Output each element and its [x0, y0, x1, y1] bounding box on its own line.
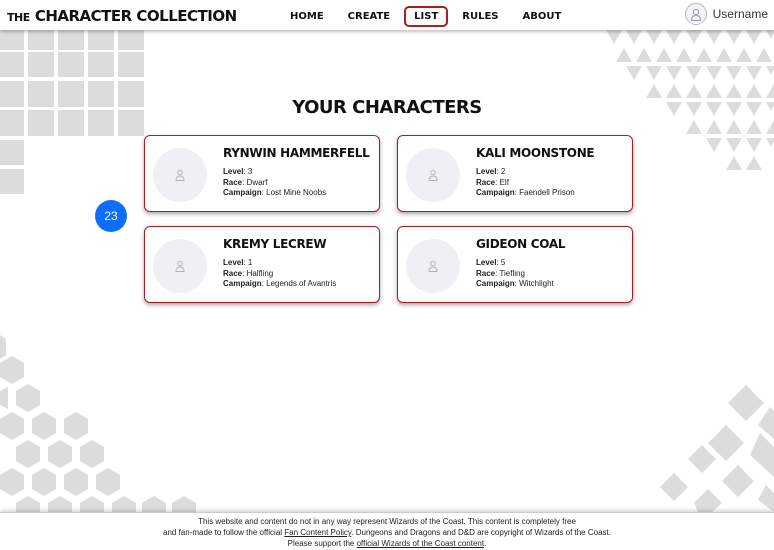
user-icon	[175, 260, 185, 272]
character-card[interactable]: Kremy Lecrew Level: 1 Race: Halfling Cam…	[144, 226, 380, 303]
character-race: Elf	[499, 177, 509, 187]
count-badge[interactable]: 23	[95, 200, 127, 232]
character-race: Halfling	[246, 268, 274, 278]
hexagon-pattern-decoration	[0, 335, 196, 515]
character-card[interactable]: Rynwin Hammerfell Level: 3 Race: Dwarf C…	[144, 135, 380, 212]
character-race: Dwarf	[246, 177, 268, 187]
character-level: 1	[247, 258, 253, 267]
footer-line-3: Please support the official Wizards of t…	[287, 539, 487, 548]
character-name: Kremy Lecrew	[223, 237, 327, 251]
site-logo[interactable]: The Character Collection	[7, 6, 237, 25]
character-info: Level: 5 Race: Tiefling Campaign: Witchl…	[476, 258, 554, 288]
character-campaign: Faendell Prison	[519, 188, 575, 197]
character-avatar	[406, 148, 460, 202]
main-nav: Home Create List Rules About	[280, 6, 575, 27]
character-avatar	[153, 148, 207, 202]
brand-prefix: The	[7, 11, 30, 24]
username-label[interactable]: Username	[713, 7, 768, 21]
site-footer: This website and content do not in any w…	[0, 512, 774, 550]
character-name: Kali Moonstone	[476, 146, 595, 160]
character-campaign: Legends of Avantris	[266, 279, 337, 288]
fan-content-policy-link[interactable]: Fan Content Policy	[284, 528, 351, 537]
character-avatar	[153, 239, 207, 293]
footer-line-2: and fan-made to follow the official Fan …	[163, 528, 611, 537]
character-info: Level: 1 Race: Halfling Campaign: Legend…	[223, 258, 337, 288]
character-level: 3	[247, 167, 253, 176]
brand-name: Character Collection	[34, 7, 237, 25]
character-campaign: Witchlight	[519, 279, 554, 288]
page-title: Your Characters	[292, 97, 482, 118]
wotc-content-link[interactable]: official Wizards of the Coast content	[357, 539, 484, 548]
nav-list[interactable]: List	[404, 6, 449, 27]
character-card[interactable]: Gideon Coal Level: 5 Race: Tiefling Camp…	[397, 226, 633, 303]
top-navbar: The Character Collection Home Create Lis…	[0, 0, 774, 30]
nav-home[interactable]: Home	[280, 6, 334, 27]
nav-about[interactable]: About	[513, 6, 572, 27]
nav-rules[interactable]: Rules	[452, 6, 508, 27]
nav-create[interactable]: Create	[338, 6, 401, 27]
character-race: Tiefling	[499, 268, 525, 278]
user-icon	[175, 169, 185, 181]
square-pattern-decoration	[0, 30, 144, 194]
character-name: Rynwin Hammerfell	[223, 146, 370, 160]
character-avatar	[406, 239, 460, 293]
footer-line-1: This website and content do not in any w…	[198, 517, 576, 526]
user-icon	[428, 260, 438, 272]
character-name: Gideon Coal	[476, 237, 566, 251]
character-info: Level: 2 Race: Elf Campaign: Faendell Pr…	[476, 167, 575, 197]
user-icon	[428, 169, 438, 181]
character-card[interactable]: Kali Moonstone Level: 2 Race: Elf Campai…	[397, 135, 633, 212]
diamond-pattern-decoration	[660, 385, 774, 512]
character-level: 2	[500, 167, 506, 176]
user-menu[interactable]: Username	[684, 3, 768, 25]
character-grid: Rynwin Hammerfell Level: 3 Race: Dwarf C…	[144, 135, 633, 303]
character-campaign: Lost Mine Noobs	[266, 188, 327, 197]
user-icon[interactable]	[684, 3, 707, 25]
character-level: 5	[500, 258, 506, 267]
character-info: Level: 3 Race: Dwarf Campaign: Lost Mine…	[223, 167, 327, 197]
